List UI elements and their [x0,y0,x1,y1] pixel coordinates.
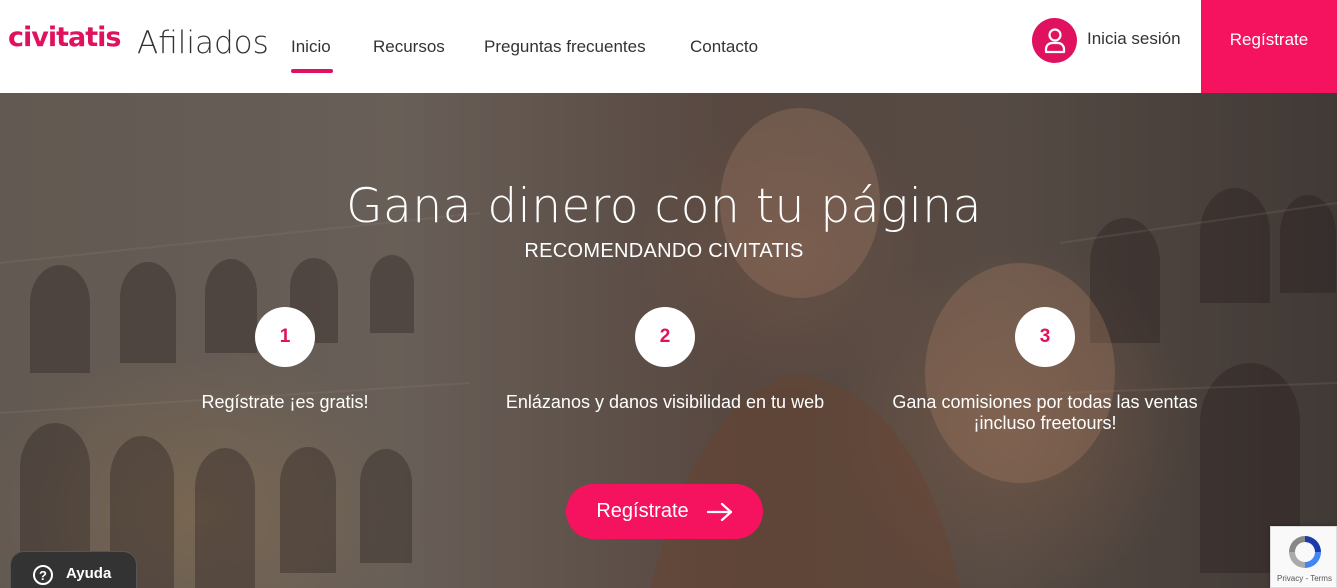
recaptcha-privacy-terms[interactable]: Privacy - Terms [1277,574,1332,583]
nav-item-preguntas-frecuentes[interactable]: Preguntas frecuentes [484,37,646,57]
site-header: civitatis Afiliados Inicio Recursos Preg… [0,0,1337,93]
register-cta-label: Regístrate [596,500,689,522]
question-icon: ? [33,565,53,585]
hero-title: Gana dinero con tu página [346,179,982,234]
step-3-text: Gana comisiones por todas las ventas ¡in… [892,392,1198,433]
nav-item-contacto[interactable]: Contacto [690,37,758,57]
active-nav-indicator [291,69,333,73]
recaptcha-badge[interactable]: Privacy - Terms [1270,526,1337,588]
register-cta-button[interactable]: Regístrate [566,484,763,539]
step-3-number: 3 [1015,307,1075,367]
user-icon [1032,18,1077,63]
login-label: Inicia sesión [1087,28,1181,48]
hero-subtitle: RECOMENDANDO CIVITATIS [524,240,804,262]
hero-section: Gana dinero con tu página RECOMENDANDO C… [0,93,1337,588]
nav-item-inicio[interactable]: Inicio [291,37,331,57]
step-1-text: Regístrate ¡es gratis! [201,392,369,412]
help-widget-button[interactable]: ? Ayuda [10,551,137,588]
nav-item-recursos[interactable]: Recursos [373,37,445,57]
login-button[interactable]: Inicia sesión [1032,18,1181,63]
recaptcha-icon [1289,536,1321,568]
step-2-text: Enlázanos y danos visibilidad en tu web [505,392,825,412]
civitatis-logo[interactable]: civitatis [8,22,121,53]
help-label: Ayuda [66,565,112,582]
register-header-button[interactable]: Regístrate [1201,0,1337,93]
brand-subtitle: Afiliados [137,25,269,61]
step-1-number: 1 [255,307,315,367]
arrow-right-icon [706,502,732,521]
step-2-number: 2 [635,307,695,367]
